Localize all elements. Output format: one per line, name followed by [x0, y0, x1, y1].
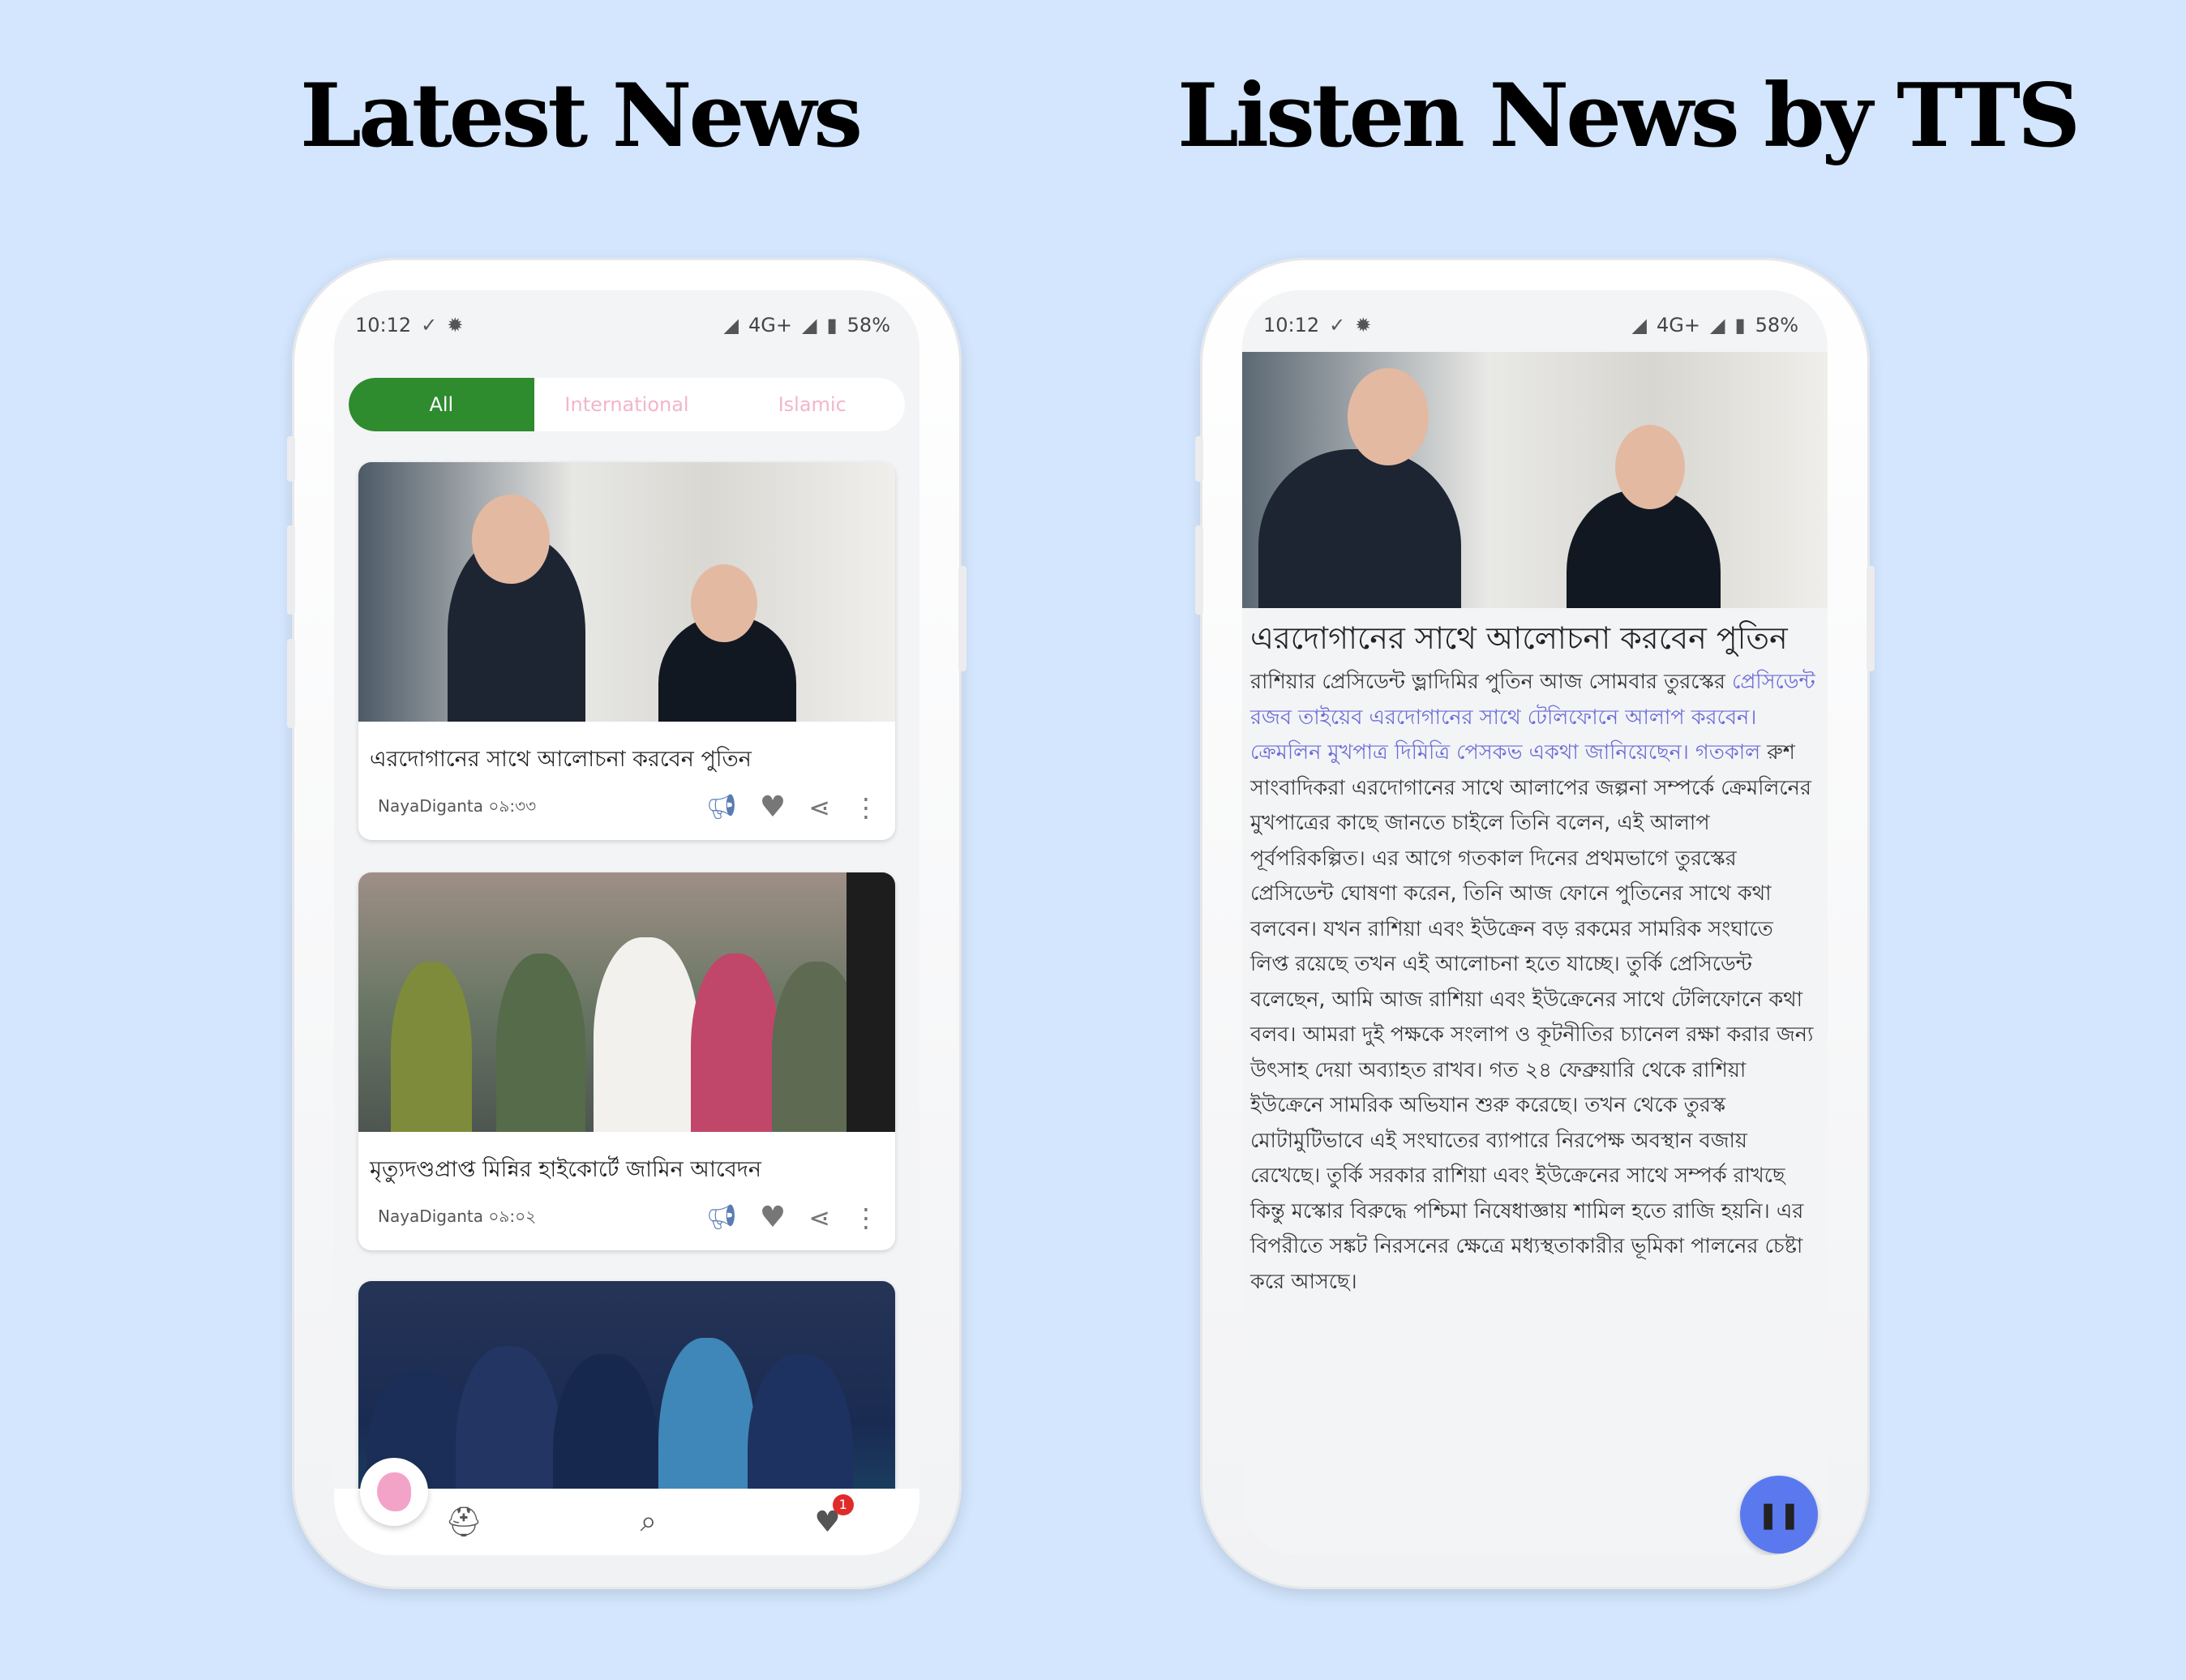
- detail-body-intro: রাশিয়ার প্রেসিডেন্ট ভ্লাদিমির পুতিন আজ …: [1250, 670, 1733, 694]
- status-network: 4G+: [748, 314, 792, 336]
- home-blob-icon: [377, 1472, 411, 1511]
- news-source-name: NayaDiganta: [378, 795, 483, 816]
- tab-all[interactable]: All: [349, 378, 534, 431]
- favorites-badge: 1: [832, 1494, 854, 1515]
- nav-helmet-icon[interactable]: ⛑︎: [445, 1505, 482, 1539]
- status-bar: 10:12 ✓ ✹ ◢ 4G+ ◢ ▮ 58%: [1242, 290, 1828, 360]
- phone-side-button: [958, 566, 967, 671]
- news-actions: 📢︎ ♥ ⋖ ⋮: [706, 793, 879, 822]
- signal-icon: ◢: [801, 314, 817, 336]
- detail-body-rest: রুশ সাংবাদিকরা এরদোগানের সাথে আলাপের জল্…: [1250, 740, 1814, 1294]
- status-time: 10:12: [1263, 314, 1320, 336]
- detail-title: এরদোগানের সাথে আলোচনা করবেন পুতিন: [1250, 620, 1788, 656]
- battery-icon: ▮: [1734, 314, 1746, 336]
- tab-islamic[interactable]: Islamic: [719, 378, 905, 431]
- phone-side-button: [1867, 566, 1875, 671]
- news-card[interactable]: মৃত্যুদণ্ডপ্রাপ্ত মিন্নির হাইকোর্টে জামি…: [358, 872, 895, 1250]
- status-battery: 58%: [847, 314, 890, 336]
- status-bar: 10:12 ✓ ✹ ◢ 4G+ ◢ ▮ 58%: [334, 290, 919, 360]
- phone-side-button: [287, 436, 295, 482]
- heading-latest-news: Latest News: [300, 65, 863, 167]
- tab-international[interactable]: International: [534, 378, 720, 431]
- nav-favorites-icon[interactable]: ♥ 1: [814, 1494, 854, 1539]
- share-icon[interactable]: ⋖: [808, 1205, 830, 1231]
- news-source: NayaDiganta ০৯:০২: [378, 1205, 536, 1232]
- detail-body: রাশিয়ার প্রেসিডেন্ট ভ্লাদিমির পুতিন আজ …: [1250, 665, 1816, 1300]
- phone-news-detail: 10:12 ✓ ✹ ◢ 4G+ ◢ ▮ 58% এরদোগানের সাথে আ…: [1195, 258, 1875, 1589]
- megaphone-icon[interactable]: 📢︎: [706, 795, 737, 820]
- status-time: 10:12: [355, 314, 412, 336]
- signal-icon: ◢: [1709, 314, 1725, 336]
- heart-icon[interactable]: ♥: [760, 793, 786, 822]
- heart-icon[interactable]: ♥: [760, 1203, 786, 1232]
- news-detail-screen: 10:12 ✓ ✹ ◢ 4G+ ◢ ▮ 58% এরদোগানের সাথে আ…: [1242, 290, 1828, 1555]
- pause-icon: ❚❚: [1757, 1499, 1801, 1530]
- news-meta: NayaDiganta ০৯:০২ 📢︎ ♥ ⋖ ⋮: [378, 1203, 879, 1232]
- news-time: ০৯:৩৩: [488, 795, 537, 816]
- news-title[interactable]: এরদোগানের সাথে আলোচনা করবেন পুতিন: [358, 722, 895, 779]
- phone-side-button: [287, 639, 295, 728]
- news-time: ০৯:০২: [488, 1206, 537, 1226]
- pause-tts-button[interactable]: ❚❚: [1740, 1476, 1818, 1554]
- promo-canvas: Latest News Listen News by TTS 10:12 ✓ ✹…: [0, 0, 2186, 1680]
- signal-icon: ◢: [723, 314, 739, 336]
- news-card[interactable]: এরদোগানের সাথে আলোচনা করবেন পুতিন NayaDi…: [358, 462, 895, 840]
- nav-search-icon[interactable]: ⌕: [641, 1505, 657, 1539]
- news-image: [358, 462, 895, 722]
- phone-side-button: [1195, 436, 1203, 482]
- gear-icon: ✹: [1355, 314, 1372, 336]
- check-circle-icon: ✓: [1329, 314, 1346, 336]
- status-battery: 58%: [1755, 314, 1798, 336]
- signal-icon: ◢: [1631, 314, 1647, 336]
- home-fab[interactable]: [360, 1458, 428, 1526]
- news-meta: NayaDiganta ০৯:৩৩ 📢︎ ♥ ⋖ ⋮: [378, 793, 879, 822]
- gear-icon: ✹: [447, 314, 464, 336]
- news-title[interactable]: মৃত্যুদণ্ডপ্রাপ্ত মিন্নির হাইকোর্টে জামি…: [358, 1132, 895, 1189]
- news-source: NayaDiganta ০৯:৩৩: [378, 795, 536, 821]
- phone-side-button: [287, 525, 295, 615]
- check-circle-icon: ✓: [421, 314, 438, 336]
- news-list-screen: 10:12 ✓ ✹ ◢ 4G+ ◢ ▮ 58% All Internationa…: [334, 290, 919, 1555]
- category-tabs: All International Islamic: [349, 378, 905, 431]
- news-source-name: NayaDiganta: [378, 1206, 483, 1226]
- megaphone-icon[interactable]: 📢︎: [706, 1206, 737, 1230]
- battery-icon: ▮: [826, 314, 838, 336]
- more-vert-icon[interactable]: ⋮: [853, 1205, 879, 1231]
- heading-listen-news: Listen News by TTS: [1177, 65, 2081, 167]
- news-image: [358, 872, 895, 1132]
- detail-image: [1242, 352, 1828, 608]
- news-actions: 📢︎ ♥ ⋖ ⋮: [706, 1203, 879, 1232]
- more-vert-icon[interactable]: ⋮: [853, 795, 879, 821]
- phone-news-list: 10:12 ✓ ✹ ◢ 4G+ ◢ ▮ 58% All Internationa…: [287, 258, 967, 1589]
- phone-side-button: [1195, 525, 1203, 615]
- share-icon[interactable]: ⋖: [808, 795, 830, 821]
- status-network: 4G+: [1656, 314, 1700, 336]
